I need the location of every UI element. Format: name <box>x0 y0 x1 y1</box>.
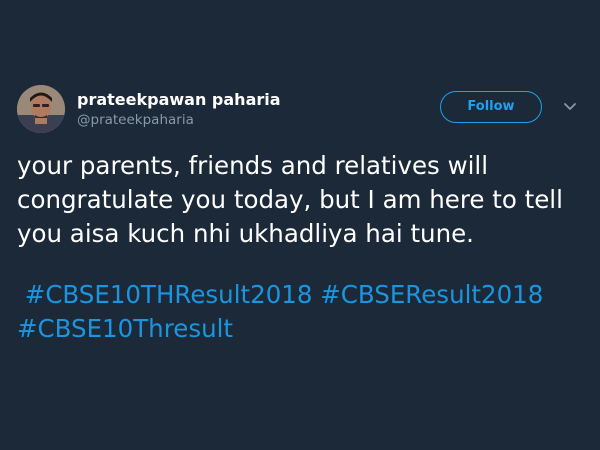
user-avatar[interactable] <box>17 85 65 133</box>
hashtag-link[interactable]: #CBSE10Thresult <box>17 314 233 343</box>
tweet-text: your parents, friends and relatives will… <box>17 149 587 251</box>
hashtag-link[interactable]: #CBSEResult2018 <box>320 280 543 309</box>
tweet-text-line: congratulate you today, but I am here to… <box>17 185 563 214</box>
display-name[interactable]: prateekpawan paharia <box>77 90 281 109</box>
chevron-down-icon[interactable] <box>560 99 580 115</box>
tweet-text-line: you aisa kuch nhi ukhadliya hai tune. <box>17 219 474 248</box>
avatar-photo <box>17 85 65 133</box>
tweet-text-line: your parents, friends and relatives will <box>17 151 489 180</box>
follow-button[interactable]: Follow <box>440 91 542 123</box>
hashtag-link[interactable]: #CBSE10THResult2018 <box>25 280 313 309</box>
chevron-down-icon-glyph <box>564 103 576 110</box>
hashtag-list: #CBSE10THResult2018 #CBSEResult2018 #CBS… <box>17 278 587 346</box>
user-handle[interactable]: @prateekpaharia <box>77 112 194 128</box>
tweet-card: prateekpawan paharia @prateekpaharia Fol… <box>0 0 600 450</box>
